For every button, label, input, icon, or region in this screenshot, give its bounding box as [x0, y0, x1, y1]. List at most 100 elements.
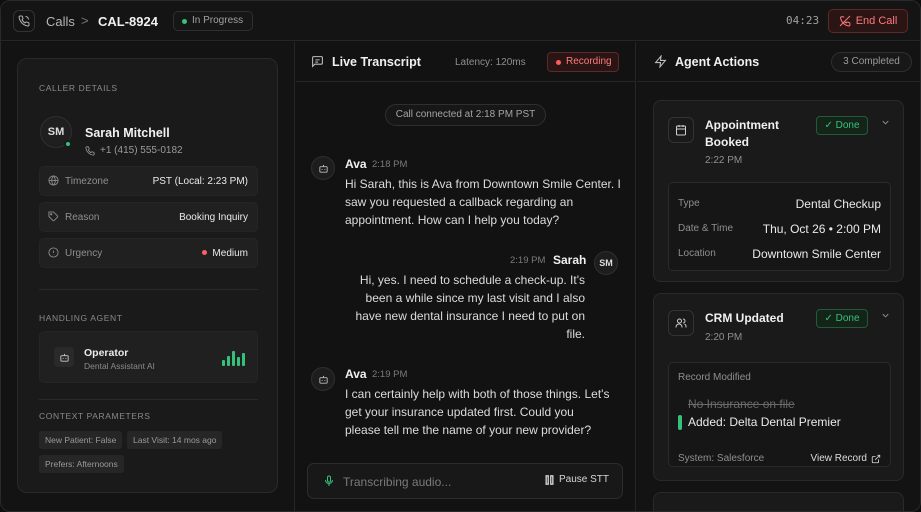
- recording-label: Recording: [566, 56, 612, 67]
- record-modified-label: Record Modified: [678, 372, 751, 383]
- context-chip: New Patient: False: [39, 431, 123, 449]
- end-call-button[interactable]: End Call: [828, 9, 908, 33]
- bot-icon: [311, 156, 335, 180]
- urgency-value-wrap: Medium: [202, 248, 248, 259]
- tag-icon: [48, 211, 59, 225]
- urgency-value: Medium: [212, 248, 248, 259]
- message-text: Hi, yes. I need to schedule a check-up. …: [336, 271, 586, 343]
- call-status-badge: In Progress: [173, 11, 254, 31]
- microphone-icon: [323, 475, 335, 490]
- message-square-icon: [311, 55, 324, 71]
- message-line: Hi, yes. I need to schedule a check-up. …: [359, 273, 585, 287]
- top-bar: Calls > CAL-8924 In Progress 04:23 End C…: [1, 1, 920, 41]
- crm-time: 2:20 PM: [705, 332, 743, 343]
- caller-initials: SM: [47, 126, 65, 138]
- caller-phone-number: +1 (415) 555-0182: [100, 145, 183, 156]
- timezone-value: PST (Local: 2:23 PM): [152, 176, 248, 187]
- caller-panel: CALLER DETAILS SM Sarah Mitchell +1 (415…: [1, 42, 295, 511]
- message-text: Hi Sarah, this is Ava from Downtown Smil…: [345, 175, 621, 229]
- done-label: Done: [835, 313, 860, 324]
- phone-call-icon[interactable]: [13, 10, 35, 32]
- message-line: been a while since my last visit and I a…: [365, 291, 585, 305]
- message-time: 2:18 PM: [372, 159, 408, 170]
- appointment-time: 2:22 PM: [705, 155, 743, 166]
- transcription-input[interactable]: Transcribing audio... Pause STT: [307, 463, 623, 499]
- actions-header: Agent Actions 3 Completed: [637, 42, 920, 82]
- urgency-row: Urgency Medium: [39, 238, 258, 268]
- action-card-partial: [653, 492, 904, 511]
- breadcrumb-separator: >: [81, 13, 89, 28]
- appointment-title-line: Appointment: [705, 118, 779, 132]
- detail-value: Dental Checkup: [795, 197, 881, 211]
- transcription-placeholder: Transcribing audio...: [343, 475, 452, 489]
- message-line: saw you requested a callback regarding a…: [345, 195, 574, 209]
- users-icon: [668, 310, 694, 336]
- crm-title: CRM Updated: [705, 311, 784, 325]
- chevron-down-icon[interactable]: [880, 117, 891, 131]
- caller-details-heading: CALLER DETAILS: [39, 83, 118, 93]
- detail-key: Date & Time: [678, 223, 734, 234]
- divider: [39, 289, 258, 290]
- crm-details: Record Modified No Insurance on file Add…: [668, 362, 891, 467]
- status-dot: [182, 19, 187, 24]
- reason-row: Reason Booking Inquiry: [39, 202, 258, 232]
- detail-key: Type: [678, 198, 700, 209]
- view-record-link[interactable]: View Record: [810, 453, 881, 464]
- transcript-panel: Live Transcript Latency: 120ms Recording…: [296, 42, 636, 511]
- message-line: get your insurance updated first. Could …: [345, 405, 574, 419]
- transcript-title: Live Transcript: [332, 55, 421, 69]
- app-window: Calls > CAL-8924 In Progress 04:23 End C…: [0, 0, 921, 512]
- external-link-icon: [871, 454, 881, 463]
- breadcrumb-call-id: CAL-8924: [98, 14, 158, 29]
- message-speaker: Ava: [345, 157, 367, 171]
- message-speaker: Sarah: [553, 253, 587, 267]
- appointment-title: Appointment Booked: [705, 117, 779, 151]
- message-time: 2:19 PM: [510, 255, 546, 266]
- handling-agent-card: Operator Dental Assistant AI: [39, 331, 258, 383]
- agent-name: Operator: [84, 347, 129, 359]
- crm-system: System: Salesforce: [678, 453, 765, 464]
- added-value: Added: Delta Dental Premier: [688, 415, 841, 429]
- audio-level-icon: [222, 351, 246, 366]
- crm-action-card: CRM Updated 2:20 PM ✓ Done Record Modifi…: [653, 293, 904, 481]
- info-icon: [48, 247, 59, 261]
- removed-value: No Insurance on file: [688, 397, 795, 411]
- actions-panel: Agent Actions 3 Completed Appointment Boo…: [637, 42, 920, 511]
- call-status-text: In Progress: [192, 15, 244, 26]
- calendar-icon: [668, 117, 694, 143]
- phone-off-icon: [839, 15, 851, 27]
- detail-value: Downtown Smile Center: [752, 247, 881, 261]
- handling-agent-heading: HANDLING AGENT: [39, 313, 123, 323]
- done-badge: ✓ Done: [816, 309, 868, 328]
- message-speaker: Ava: [345, 367, 367, 381]
- pause-icon: [545, 474, 554, 485]
- caller-name: Sarah Mitchell: [85, 126, 170, 140]
- added-indicator: [678, 415, 682, 430]
- caller-avatar: SM: [40, 116, 72, 148]
- timezone-row: Timezone PST (Local: 2:23 PM): [39, 166, 258, 196]
- recording-badge: Recording: [547, 52, 619, 72]
- detail-value: Thu, Oct 26 • 2:00 PM: [762, 222, 881, 236]
- globe-icon: [48, 175, 59, 189]
- message-line: Hi Sarah, this is Ava from Downtown Smil…: [345, 177, 621, 191]
- context-chip: Prefers: Afternoons: [39, 455, 124, 473]
- context-chip: Last Visit: 14 mos ago: [127, 431, 223, 449]
- message-time: 2:19 PM: [372, 369, 408, 380]
- message-line: please tell me the name of your new prov…: [345, 423, 592, 437]
- timezone-label: Timezone: [65, 176, 109, 187]
- divider: [39, 399, 258, 400]
- zap-icon: [654, 54, 667, 71]
- urgency-label: Urgency: [65, 248, 103, 259]
- completed-count-badge: 3 Completed: [831, 52, 912, 72]
- chevron-down-icon[interactable]: [880, 310, 891, 324]
- reason-value: Booking Inquiry: [179, 212, 248, 223]
- bot-icon: [54, 347, 74, 367]
- view-record-label: View Record: [810, 453, 867, 464]
- message-line: appointment. How can I help you today?: [345, 213, 560, 227]
- message-line: have new dental insurance I need to put …: [355, 309, 586, 323]
- bot-icon: [311, 367, 335, 391]
- system-message: Call connected at 2:18 PM PST: [385, 104, 546, 126]
- latency-indicator: Latency: 120ms: [455, 57, 526, 68]
- pause-stt-button[interactable]: Pause STT: [545, 474, 609, 485]
- breadcrumb-calls[interactable]: Calls: [46, 14, 75, 29]
